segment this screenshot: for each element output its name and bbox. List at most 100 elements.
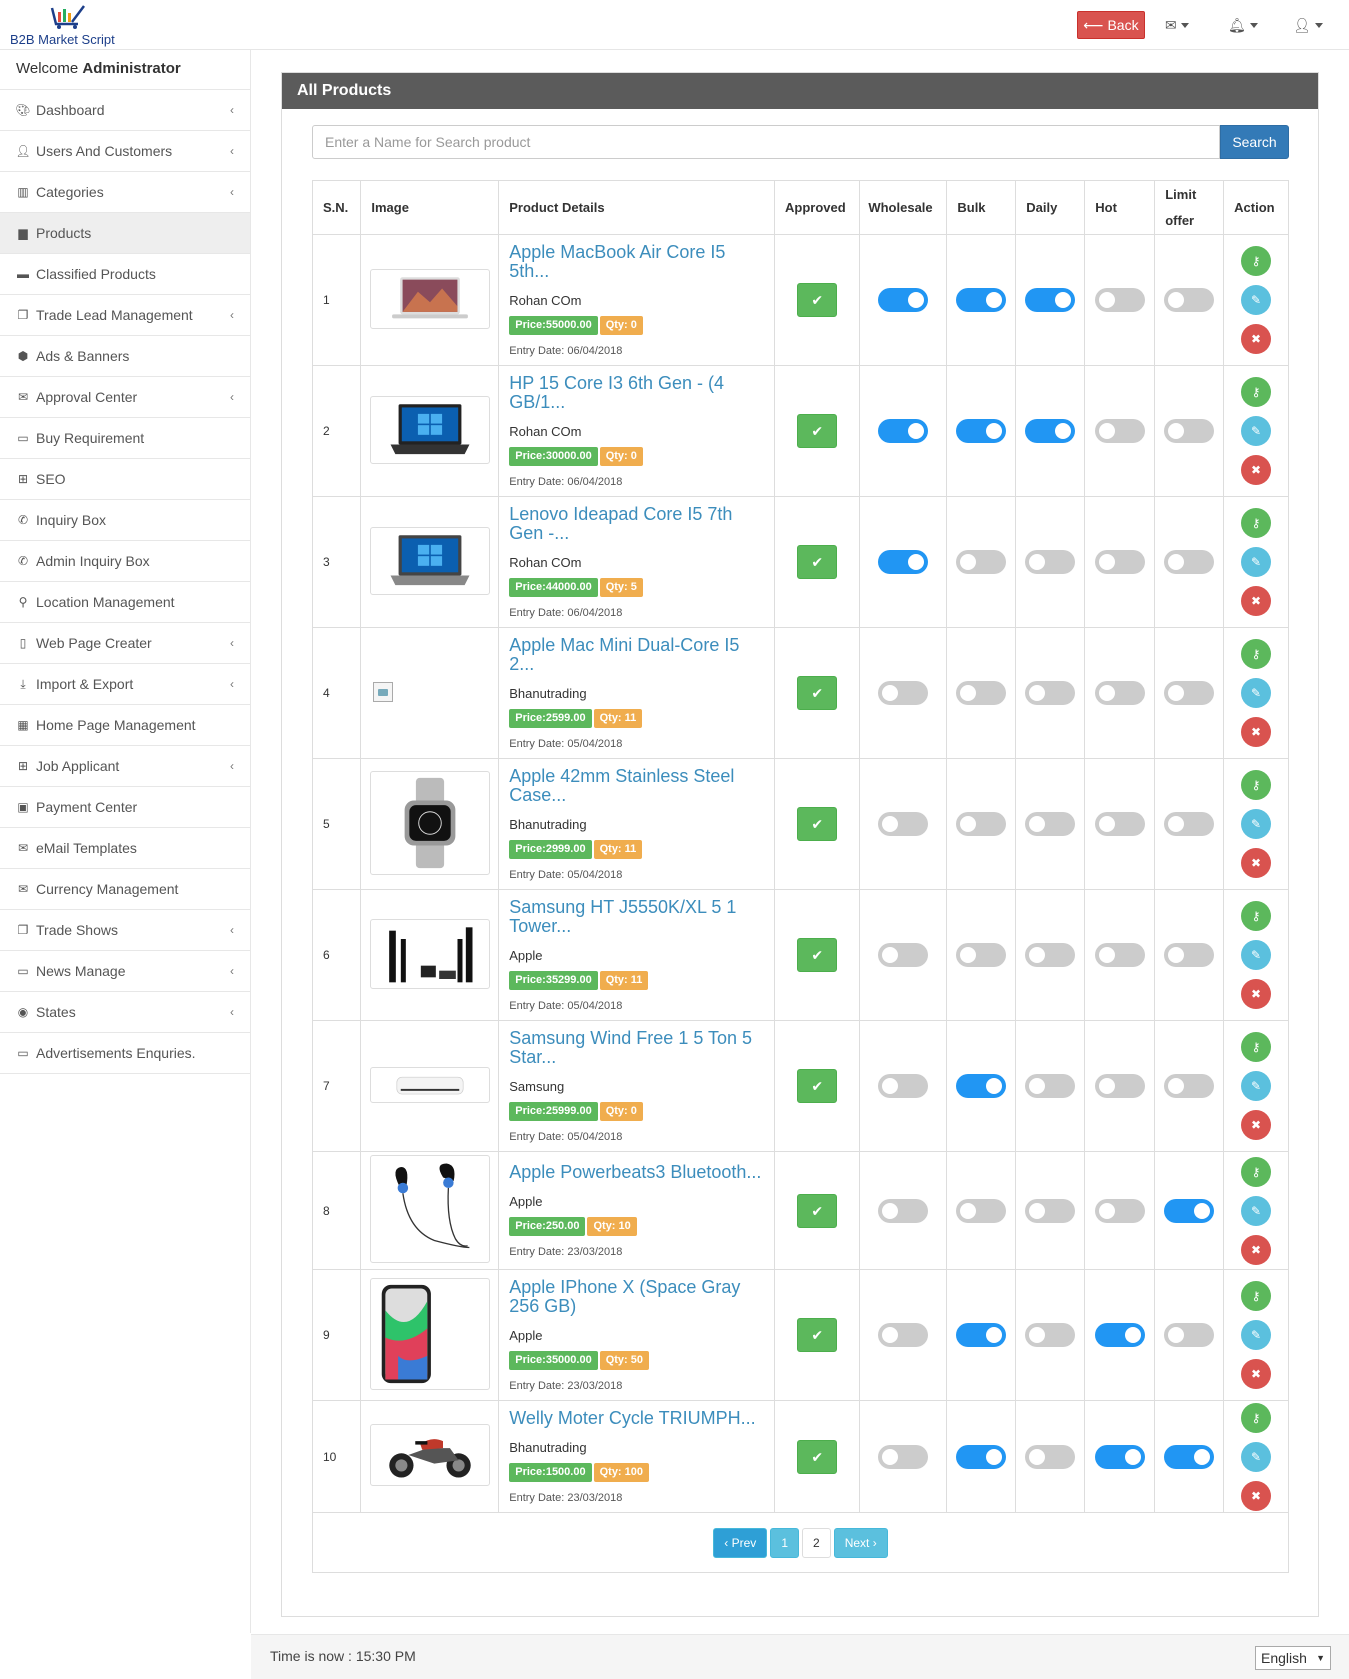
view-button[interactable]: ⚷ — [1241, 508, 1272, 538]
hot-toggle[interactable] — [1094, 1444, 1145, 1469]
bulk-toggle[interactable] — [956, 681, 1007, 705]
view-button[interactable]: ⚷ — [1241, 1156, 1272, 1187]
approved-check-button[interactable]: ✔ — [797, 1439, 838, 1474]
approved-check-button[interactable]: ✔ — [797, 1193, 838, 1228]
sidebar-item-trade-lead-management[interactable]: ❐ Trade Lead Management ‹ — [0, 295, 250, 336]
edit-button[interactable]: ✎ — [1241, 416, 1272, 446]
sidebar-item-products[interactable]: ▆ Products — [0, 213, 250, 254]
sidebar-item-categories[interactable]: ▥ Categories ‹ — [0, 172, 250, 213]
wholesale-toggle[interactable] — [878, 681, 929, 705]
bulk-toggle[interactable] — [956, 1323, 1007, 1347]
product-image[interactable] — [369, 526, 490, 595]
sidebar-item-states[interactable]: ◉ States ‹ — [0, 992, 250, 1033]
product-title-link[interactable]: Samsung Wind Free 1 5 Ton 5 Star... — [509, 1029, 764, 1067]
product-title-link[interactable]: Samsung HT J5550K/XL 5 1 Tower... — [509, 898, 764, 936]
edit-button[interactable]: ✎ — [1241, 1320, 1272, 1350]
wholesale-toggle[interactable] — [878, 1074, 929, 1098]
edit-button[interactable]: ✎ — [1241, 1195, 1272, 1226]
product-image[interactable] — [369, 1066, 490, 1103]
delete-button[interactable]: ✖ — [1241, 455, 1272, 485]
limit-offer-toggle[interactable] — [1164, 1444, 1215, 1469]
wholesale-toggle[interactable] — [878, 550, 929, 574]
wholesale-toggle[interactable] — [878, 1323, 929, 1347]
product-image[interactable] — [369, 1424, 490, 1486]
daily-toggle[interactable] — [1025, 1074, 1076, 1098]
edit-button[interactable]: ✎ — [1241, 940, 1272, 970]
hot-toggle[interactable] — [1094, 943, 1145, 967]
wholesale-toggle[interactable] — [878, 943, 929, 967]
product-title-link[interactable]: HP 15 Core I3 6th Gen - (4 GB/1... — [509, 374, 764, 412]
delete-button[interactable]: ✖ — [1241, 1359, 1272, 1389]
limit-offer-toggle[interactable] — [1164, 419, 1215, 443]
bulk-toggle[interactable] — [956, 1198, 1007, 1223]
brand-logo[interactable]: B2B Market Script — [10, 4, 140, 47]
hot-toggle[interactable] — [1094, 1198, 1145, 1223]
limit-offer-toggle[interactable] — [1164, 288, 1215, 312]
delete-button[interactable]: ✖ — [1241, 1234, 1272, 1265]
view-button[interactable]: ⚷ — [1241, 639, 1272, 669]
daily-toggle[interactable] — [1025, 288, 1076, 312]
approved-check-button[interactable]: ✔ — [797, 283, 838, 317]
edit-button[interactable]: ✎ — [1241, 1441, 1272, 1472]
messages-dropdown[interactable]: ✉ — [1165, 14, 1189, 36]
approved-check-button[interactable]: ✔ — [797, 1069, 838, 1103]
wholesale-toggle[interactable] — [878, 1198, 929, 1223]
limit-offer-toggle[interactable] — [1164, 1074, 1215, 1098]
sidebar-item-classified-products[interactable]: ▬ Classified Products — [0, 254, 250, 295]
edit-button[interactable]: ✎ — [1241, 809, 1272, 839]
bulk-toggle[interactable] — [956, 288, 1007, 312]
product-title-link[interactable]: Apple Mac Mini Dual-Core I5 2... — [509, 636, 764, 674]
hot-toggle[interactable] — [1094, 1323, 1145, 1347]
sidebar-item-payment-center[interactable]: ▣ Payment Center — [0, 787, 250, 828]
sidebar-item-ads-banners[interactable]: ⬢ Ads & Banners — [0, 336, 250, 377]
search-input[interactable] — [312, 125, 1220, 159]
product-title-link[interactable]: Apple IPhone X (Space Gray 256 GB) — [509, 1278, 764, 1316]
product-image[interactable] — [369, 918, 490, 989]
hot-toggle[interactable] — [1094, 288, 1145, 312]
sidebar-item-inquiry-box[interactable]: ✆ Inquiry Box — [0, 500, 250, 541]
product-image[interactable] — [369, 1155, 490, 1263]
wholesale-toggle[interactable] — [878, 812, 929, 836]
back-button[interactable]: ⟵ Back — [1077, 11, 1145, 39]
view-button[interactable]: ⚷ — [1241, 1281, 1272, 1311]
sidebar-item-email-templates[interactable]: ✉ eMail Templates — [0, 828, 250, 869]
hot-toggle[interactable] — [1094, 419, 1145, 443]
sidebar-item-seo[interactable]: ⊞ SEO — [0, 459, 250, 500]
view-button[interactable]: ⚷ — [1241, 246, 1272, 276]
daily-toggle[interactable] — [1025, 812, 1076, 836]
page-2-button[interactable]: 2 — [802, 1527, 831, 1558]
daily-toggle[interactable] — [1025, 1323, 1076, 1347]
daily-toggle[interactable] — [1025, 419, 1076, 443]
delete-button[interactable]: ✖ — [1241, 324, 1272, 354]
bulk-toggle[interactable] — [956, 1074, 1007, 1098]
edit-button[interactable]: ✎ — [1241, 678, 1272, 708]
bulk-toggle[interactable] — [956, 812, 1007, 836]
daily-toggle[interactable] — [1025, 1444, 1076, 1469]
edit-button[interactable]: ✎ — [1241, 285, 1272, 315]
sidebar-item-news-manage[interactable]: ▭ News Manage ‹ — [0, 951, 250, 992]
hot-toggle[interactable] — [1094, 681, 1145, 705]
sidebar-item-location-management[interactable]: ⚲ Location Management — [0, 582, 250, 623]
wholesale-toggle[interactable] — [878, 419, 929, 443]
sidebar-item-web-page-creater[interactable]: ▯ Web Page Creater ‹ — [0, 623, 250, 664]
edit-button[interactable]: ✎ — [1241, 547, 1272, 577]
language-select[interactable]: English ▼ — [1255, 1646, 1331, 1670]
delete-button[interactable]: ✖ — [1241, 1480, 1272, 1511]
sidebar-item-job-applicant[interactable]: ⊞ Job Applicant ‹ — [0, 746, 250, 787]
search-button[interactable]: Search — [1220, 125, 1289, 159]
approved-check-button[interactable]: ✔ — [797, 807, 838, 841]
user-dropdown[interactable]: 👤︎ — [1293, 14, 1323, 36]
notifications-dropdown[interactable]: 🔔︎ — [1228, 14, 1258, 36]
view-button[interactable]: ⚷ — [1241, 377, 1272, 407]
sidebar-item-users-and-customers[interactable]: 👤︎ Users And Customers ‹ — [0, 131, 250, 172]
approved-check-button[interactable]: ✔ — [797, 545, 838, 579]
product-image[interactable] — [369, 268, 490, 329]
bulk-toggle[interactable] — [956, 943, 1007, 967]
product-image[interactable] — [369, 395, 490, 464]
limit-offer-toggle[interactable] — [1164, 1323, 1215, 1347]
delete-button[interactable]: ✖ — [1241, 586, 1272, 616]
prev-page-button[interactable]: ‹ Prev — [713, 1527, 768, 1558]
approved-check-button[interactable]: ✔ — [797, 414, 838, 448]
product-image[interactable] — [369, 1277, 490, 1390]
view-button[interactable]: ⚷ — [1241, 770, 1272, 800]
